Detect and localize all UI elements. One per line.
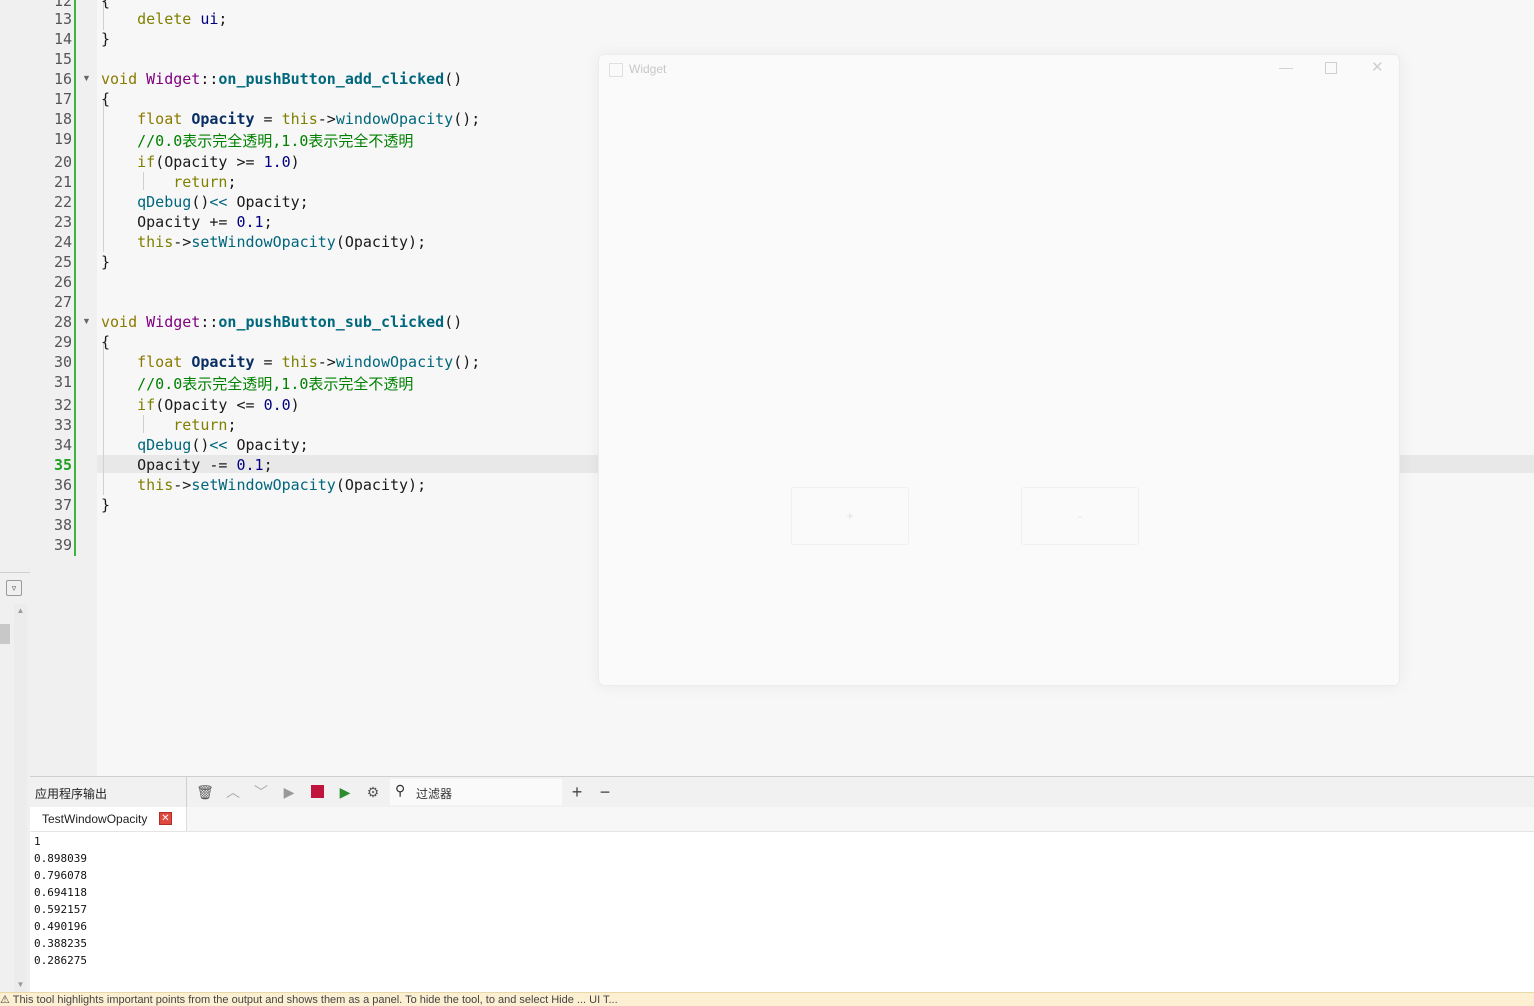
output-line: 0.286275 (34, 954, 87, 967)
code-line-current: Opacity -= 0.1; (101, 456, 273, 474)
vertical-scrollbar[interactable]: ▲ ▼ (14, 604, 27, 992)
line-number: 22 (53, 193, 72, 211)
line-number: 29 (53, 333, 72, 351)
play-icon[interactable]: ▶ (280, 782, 298, 802)
line-number: 25 (53, 253, 72, 271)
output-pane-title: 应用程序输出 (35, 787, 108, 801)
output-tab-bar: TestWindowOpacity ✕ (30, 807, 1534, 832)
line-number: 30 (53, 353, 72, 371)
scroll-thumb[interactable] (0, 624, 10, 644)
add-opacity-button[interactable]: + (791, 487, 909, 545)
code-line: qDebug()<< Opacity; (137, 193, 309, 211)
code-comment-line: //0.0表示完全透明,1.0表示完全不透明 (101, 375, 414, 393)
line-number: 24 (53, 233, 72, 251)
tab-label: TestWindowOpacity (42, 812, 148, 826)
divider (0, 572, 30, 573)
line-number: 33 (53, 416, 72, 434)
filter-input[interactable]: ⚲ 过滤器 (390, 779, 562, 805)
fold-arrow-icon[interactable]: ▼ (82, 73, 91, 83)
code-line: delete ui; (137, 10, 228, 28)
left-sidebar-strip: ▿ ▲ ▼ (0, 0, 31, 1005)
line-number: 27 (53, 293, 72, 311)
line-number: 16 (53, 70, 72, 88)
code-comment-line: //0.0表示完全透明,1.0表示完全不透明 (101, 132, 414, 150)
output-text: 1 0.898039 0.796078 0.694118 0.592157 0.… (34, 833, 87, 969)
code-line: void Widget::on_pushButton_add_clicked() (101, 70, 463, 88)
plus-icon[interactable]: + (568, 782, 586, 802)
application-output-pane: 应用程序输出 🗑 ︿ ﹀ ▶ ▶ ⚙ ⚲ 过滤器 + − TestWindowO… (30, 776, 1534, 993)
code-line: Opacity += 0.1; (101, 213, 273, 231)
code-line: this->setWindowOpacity(Opacity); (137, 233, 427, 251)
output-line: 0.388235 (34, 937, 87, 950)
run-debug-icon[interactable]: ▶ (336, 782, 354, 802)
line-number: 38 (53, 516, 72, 534)
line-number: 17 (53, 90, 72, 108)
line-number: 34 (53, 436, 72, 454)
line-number: 14 (53, 30, 72, 48)
line-number: 21 (53, 173, 72, 191)
code-line: return; (173, 416, 237, 434)
output-line: 0.592157 (34, 903, 87, 916)
code-line: } (101, 496, 111, 514)
minus-icon[interactable]: − (596, 782, 614, 802)
line-number: 32 (53, 396, 72, 414)
code-line: if(Opacity <= 0.0) (137, 396, 300, 414)
output-line: 1 (34, 835, 41, 848)
chevron-down-icon[interactable]: ﹀ (252, 782, 270, 802)
change-marker-bar (74, 0, 76, 556)
line-number: 20 (53, 153, 72, 171)
code-line: } (101, 253, 111, 271)
line-number: 13 (53, 10, 72, 28)
line-number: 28 (53, 313, 72, 331)
info-bar: ⚠ This tool highlights important points … (0, 992, 1534, 1006)
line-number: 12 (53, 0, 72, 10)
code-line: } (101, 30, 111, 48)
code-line: return; (173, 173, 237, 191)
code-line: if(Opacity >= 1.0) (137, 153, 300, 171)
code-line: float Opacity = this->windowOpacity(); (137, 110, 481, 128)
widget-window[interactable]: Widget — ✕ + - (598, 54, 1400, 686)
gear-icon[interactable]: ⚙ (364, 782, 382, 802)
output-line: 0.796078 (34, 869, 87, 882)
line-number: 18 (53, 110, 72, 128)
output-line: 0.694118 (34, 886, 87, 899)
line-number: 39 (53, 536, 72, 554)
output-line: 0.490196 (34, 920, 87, 933)
close-icon[interactable]: ✕ (1371, 58, 1384, 76)
code-line: float Opacity = this->windowOpacity(); (137, 353, 481, 371)
line-number: 19 (53, 130, 72, 148)
close-tab-icon[interactable]: ✕ (159, 812, 172, 825)
code-line: qDebug()<< Opacity; (137, 436, 309, 454)
output-line: 0.898039 (34, 852, 87, 865)
line-number-current: 35 (53, 456, 72, 474)
tab-testwindowopacity[interactable]: TestWindowOpacity ✕ (30, 807, 187, 831)
maximize-icon[interactable] (1325, 62, 1337, 74)
output-toolbar: 应用程序输出 🗑 ︿ ﹀ ▶ ▶ ⚙ ⚲ 过滤器 + − (30, 777, 1534, 808)
code-line: { (101, 333, 111, 351)
stop-icon[interactable] (308, 782, 326, 802)
line-number: 23 (53, 213, 72, 231)
window-title: Widget (629, 62, 667, 76)
collapse-panel-icon[interactable]: ▿ (6, 580, 22, 596)
line-number-gutter: 12 13 14 15 16 ▼ 17 18 19 20 21 22 23 24… (30, 0, 97, 776)
search-icon: ⚲ (395, 782, 406, 798)
fold-arrow-icon[interactable]: ▼ (82, 316, 91, 326)
filter-placeholder: 过滤器 (416, 787, 453, 801)
line-number: 15 (53, 50, 72, 68)
line-number: 26 (53, 273, 72, 291)
minimize-icon[interactable]: — (1279, 59, 1293, 75)
code-line: this->setWindowOpacity(Opacity); (137, 476, 427, 494)
scroll-down-icon[interactable]: ▼ (14, 978, 27, 992)
window-app-icon (609, 63, 623, 77)
code-line: { (101, 90, 111, 108)
line-number: 36 (53, 476, 72, 494)
scroll-up-icon[interactable]: ▲ (14, 604, 27, 618)
sub-opacity-button[interactable]: - (1021, 487, 1139, 545)
chevron-up-icon[interactable]: ︿ (224, 782, 242, 802)
line-number: 37 (53, 496, 72, 514)
line-number: 31 (53, 373, 72, 391)
code-line: void Widget::on_pushButton_sub_clicked() (101, 313, 463, 331)
divider (186, 777, 187, 807)
trash-icon[interactable]: 🗑 (196, 782, 214, 802)
